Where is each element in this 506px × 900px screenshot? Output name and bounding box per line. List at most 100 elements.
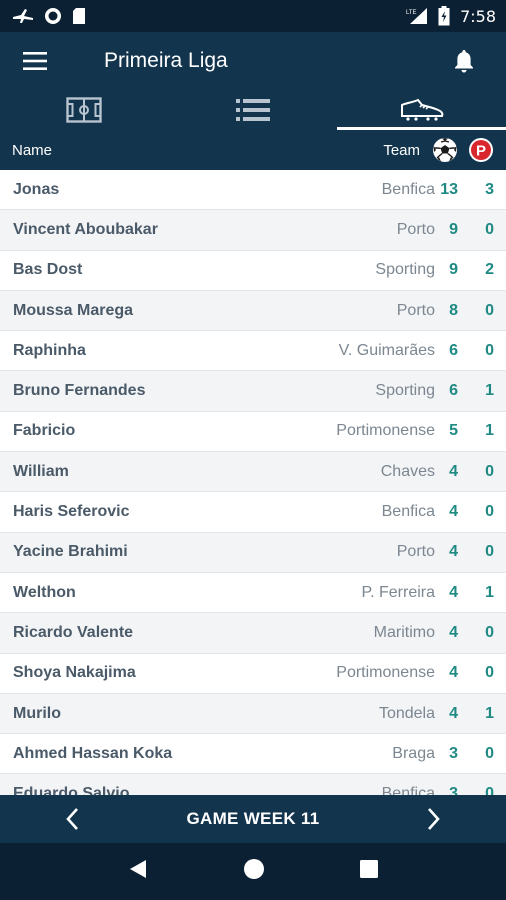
recents-button[interactable] <box>359 859 379 884</box>
player-row[interactable]: Ricardo Valente Maritimo 4 0 <box>0 613 506 654</box>
player-row[interactable]: Moussa Marega Porto 8 0 <box>0 290 506 332</box>
player-goals: 3 <box>449 744 458 762</box>
player-team: Benfica <box>381 785 435 795</box>
player-name: Vincent Aboubakar <box>13 220 158 238</box>
player-row[interactable]: Jonas Benfica 13 3 <box>0 170 506 211</box>
player-name: Eduardo Salvio <box>13 785 130 795</box>
player-goals: 4 <box>449 503 458 521</box>
player-penalties: 0 <box>485 543 494 561</box>
scorers-list[interactable]: Jonas Benfica 13 3 Vincent Aboubakar Porto 9 0 B… <box>0 170 506 795</box>
player-goals: 4 <box>449 664 458 682</box>
system-nav-bar <box>0 843 506 900</box>
back-button[interactable] <box>127 858 149 885</box>
player-row[interactable]: Murilo Tondela 4 1 <box>0 693 506 735</box>
player-goals: 4 <box>449 583 458 601</box>
previous-week-button[interactable] <box>58 805 86 833</box>
player-team: V. Guimarães <box>338 341 435 359</box>
player-team: Sporting <box>375 382 435 400</box>
tab-top-scorers[interactable] <box>337 90 506 130</box>
player-goals: 4 <box>449 704 458 722</box>
player-team: Benfica <box>381 180 435 198</box>
player-penalties: 0 <box>485 220 494 238</box>
boot-icon <box>400 99 444 121</box>
player-name: Bruno Fernandes <box>13 382 146 400</box>
next-week-button[interactable] <box>420 805 448 833</box>
notifications-button[interactable] <box>434 32 494 90</box>
home-button[interactable] <box>243 858 265 885</box>
player-penalties: 0 <box>485 664 494 682</box>
player-name: Ahmed Hassan Koka <box>13 744 173 762</box>
player-row[interactable]: William Chaves 4 0 <box>0 452 506 493</box>
player-team: Porto <box>396 543 435 561</box>
record-icon <box>45 8 61 24</box>
status-time: 7:58 <box>460 6 496 26</box>
bell-icon <box>455 50 473 73</box>
player-penalties: 1 <box>485 704 494 722</box>
app-bar: Primeira Liga <box>0 32 506 90</box>
player-penalties: 0 <box>485 301 494 319</box>
player-team: Portimonense <box>336 422 435 440</box>
soccer-ball-icon <box>433 138 457 162</box>
hamburger-menu-icon <box>23 52 47 70</box>
penalty-icon: P <box>469 138 493 162</box>
list-icon <box>236 99 270 121</box>
player-row[interactable]: Shoya Nakajima Portimonense 4 0 <box>0 653 506 694</box>
player-goals: 4 <box>449 623 458 641</box>
player-goals: 4 <box>449 462 458 480</box>
player-penalties: 1 <box>485 583 494 601</box>
player-row[interactable]: Bas Dost Sporting 9 2 <box>0 250 506 291</box>
svg-text:LTE: LTE <box>406 10 417 16</box>
player-name: Raphinha <box>13 341 86 359</box>
player-penalties: 0 <box>485 785 494 795</box>
player-name: Fabricio <box>13 422 76 440</box>
player-penalties: 2 <box>485 261 494 279</box>
status-bar: LTE 7:58 <box>0 0 506 32</box>
tab-fixtures[interactable] <box>169 90 338 130</box>
sd-card-icon <box>73 8 85 24</box>
drone-icon <box>13 9 33 23</box>
tab-standings[interactable] <box>0 90 169 130</box>
column-header: Name Team P <box>0 130 506 170</box>
player-row[interactable]: Welthon P. Ferreira 4 1 <box>0 572 506 614</box>
player-row[interactable]: Bruno Fernandes Sporting 6 1 <box>0 371 506 412</box>
player-team: P. Ferreira <box>361 583 435 601</box>
player-name: William <box>13 462 69 480</box>
player-name: Bas Dost <box>13 261 83 279</box>
player-row[interactable]: Vincent Aboubakar Porto 9 0 <box>0 210 506 251</box>
player-goals: 9 <box>449 261 458 279</box>
pitch-icon <box>66 97 103 123</box>
player-team: Chaves <box>380 462 435 480</box>
player-goals: 9 <box>449 220 458 238</box>
player-penalties: 0 <box>485 623 494 641</box>
player-team: Porto <box>396 301 435 319</box>
tab-bar <box>0 90 506 130</box>
player-goals: 8 <box>449 301 458 319</box>
player-name: Welthon <box>13 583 76 601</box>
player-row[interactable]: Fabricio Portimonense 5 1 <box>0 411 506 453</box>
player-team: Maritimo <box>373 623 435 641</box>
player-team: Braga <box>392 744 435 762</box>
player-name: Haris Seferovic <box>13 503 130 521</box>
player-name: Shoya Nakajima <box>13 664 136 682</box>
player-goals: 13 <box>440 180 458 198</box>
player-goals: 3 <box>449 785 458 795</box>
column-name-label: Name <box>12 141 53 159</box>
player-penalties: 3 <box>485 180 494 198</box>
recents-square-icon <box>360 860 378 878</box>
player-row[interactable]: Haris Seferovic Benfica 4 0 <box>0 492 506 533</box>
player-row[interactable]: Ahmed Hassan Koka Braga 3 0 <box>0 734 506 775</box>
player-name: Murilo <box>13 704 61 722</box>
home-circle-icon <box>244 859 264 879</box>
menu-button[interactable] <box>0 32 70 90</box>
player-penalties: 0 <box>485 503 494 521</box>
player-row[interactable]: Eduardo Salvio Benfica 3 0 <box>0 774 506 795</box>
player-goals: 4 <box>449 543 458 561</box>
status-right-icons: LTE 7:58 <box>406 6 496 26</box>
player-goals: 5 <box>449 422 458 440</box>
player-row[interactable]: Raphinha V. Guimarães 6 0 <box>0 331 506 372</box>
player-name: Moussa Marega <box>13 301 134 319</box>
player-name: Yacine Brahimi <box>13 543 128 561</box>
svg-text:P: P <box>476 143 486 160</box>
player-goals: 6 <box>449 341 458 359</box>
player-row[interactable]: Yacine Brahimi Porto 4 0 <box>0 532 506 573</box>
